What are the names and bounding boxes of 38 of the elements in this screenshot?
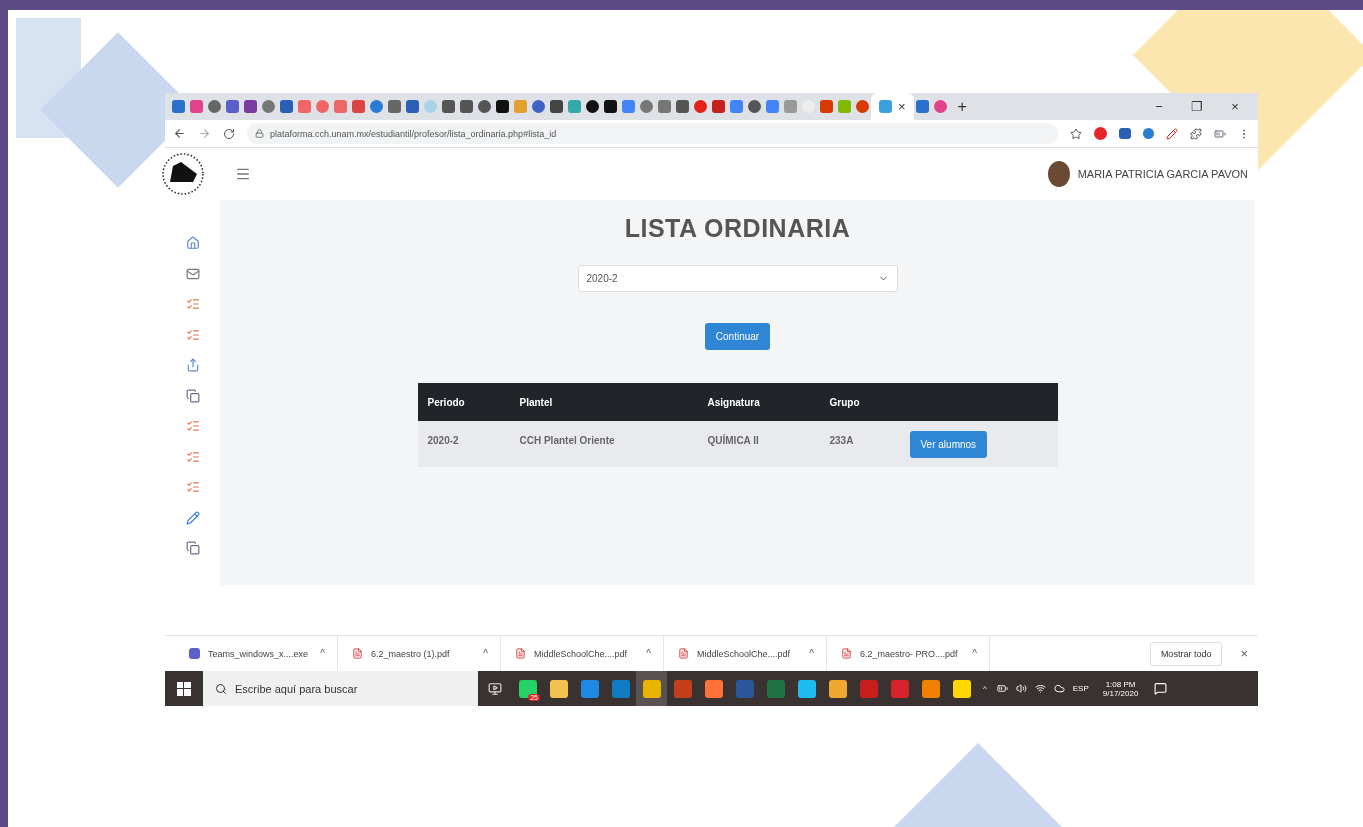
column-header: Asignatura bbox=[697, 383, 820, 421]
url-text: plataforma.cch.unam.mx/estudiantil/profesor/lista_ordinaria.php#lista_id bbox=[270, 128, 557, 139]
tray-caret[interactable]: ^ bbox=[983, 684, 987, 693]
period-select[interactable]: 2020-2 bbox=[577, 265, 898, 292]
language-indicator[interactable]: ESP bbox=[1072, 684, 1089, 693]
browser-tab[interactable]: × bbox=[871, 93, 914, 120]
window-control[interactable]: − bbox=[1140, 99, 1178, 114]
page-title: LISTA ORDINARIA bbox=[624, 214, 851, 243]
column-header: Grupo bbox=[819, 383, 900, 421]
window-control[interactable]: ❐ bbox=[1178, 99, 1216, 114]
view-students-button[interactable]: Ver alumnos bbox=[909, 430, 988, 458]
clock[interactable]: 1:08 PM 9/17/2020 bbox=[1102, 679, 1139, 698]
caret-icon[interactable]: ^ bbox=[320, 648, 325, 659]
caret-icon[interactable]: ^ bbox=[483, 648, 488, 659]
file-name: MiddleSchoolChe....pdf bbox=[534, 648, 628, 659]
show-all-button[interactable]: Mostrar todo bbox=[1149, 641, 1223, 666]
table-cell: CCH Plantel Oriente bbox=[509, 421, 698, 467]
window-control[interactable]: × bbox=[1216, 99, 1254, 114]
column-header: Plantel bbox=[509, 383, 698, 421]
user-name: MARIA PATRICIA GARCIA PAVON bbox=[1077, 168, 1248, 180]
file-name: 6.2_maestro (1).pdf bbox=[371, 648, 450, 659]
close-button[interactable]: × bbox=[1240, 646, 1248, 661]
file-name: Teams_windows_x....exe bbox=[208, 648, 309, 659]
address-bar[interactable]: plataforma.cch.unam.mx/estudiantil/profesor/lista_ordinaria.php#lista_id bbox=[247, 123, 1058, 144]
file-name: MiddleSchoolChe....pdf bbox=[697, 648, 791, 659]
table-cell: 2020-2 bbox=[417, 421, 510, 467]
caret-icon[interactable]: ^ bbox=[646, 648, 651, 659]
caret-icon[interactable]: ^ bbox=[809, 648, 814, 659]
file-name: 6.2_maestro- PRO....pdf bbox=[860, 648, 958, 659]
table-cell: 233A bbox=[819, 421, 900, 467]
search-field[interactable]: Escribe aquí para buscar bbox=[203, 671, 478, 706]
table-cell: QUÍMICA II bbox=[697, 421, 820, 467]
continue-button[interactable]: Continuar bbox=[704, 323, 771, 350]
new-tab-button[interactable]: + bbox=[957, 97, 967, 116]
caret-icon[interactable]: ^ bbox=[972, 648, 977, 659]
select-value: 2020-2 bbox=[586, 273, 618, 284]
column-header: Periodo bbox=[417, 383, 510, 421]
tab-close[interactable]: × bbox=[898, 99, 906, 114]
